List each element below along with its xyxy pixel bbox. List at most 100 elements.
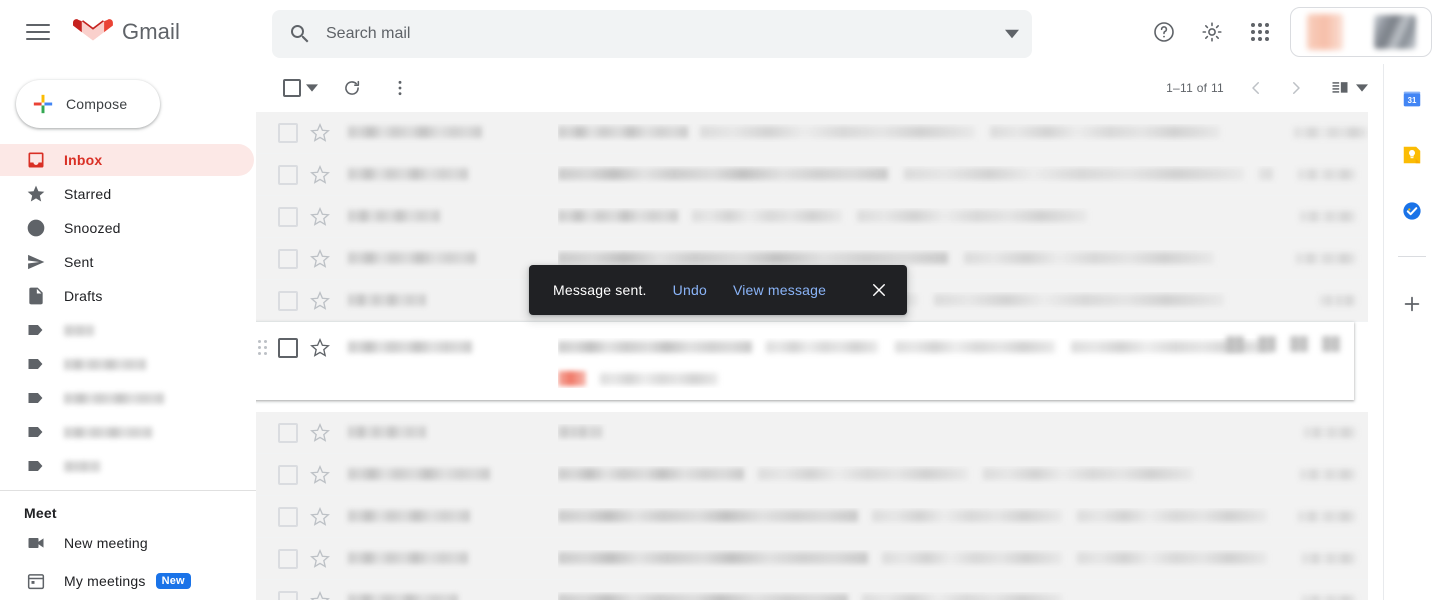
draft-file-icon <box>26 286 46 306</box>
row-sender <box>348 592 548 600</box>
row-checkbox[interactable] <box>278 338 298 358</box>
refresh-icon[interactable] <box>332 68 372 108</box>
more-vertical-icon[interactable] <box>380 68 420 108</box>
compose-button[interactable]: Compose <box>16 80 160 128</box>
list-pager: 1–11 of 11 <box>1166 68 1368 108</box>
sidebar-item-label-3[interactable] <box>0 382 256 414</box>
table-row[interactable] <box>256 496 1368 538</box>
table-row[interactable] <box>256 154 1368 196</box>
row-checkbox[interactable] <box>278 206 298 227</box>
hover-action-icon[interactable] <box>1290 336 1308 352</box>
gmail-m-logo <box>73 19 113 46</box>
sidebar-item-label-1[interactable] <box>0 314 256 346</box>
star-icon[interactable] <box>310 337 330 358</box>
hover-action-icon[interactable] <box>1322 336 1340 352</box>
chevron-down-icon[interactable] <box>992 27 1032 41</box>
gmail-brand[interactable]: Gmail <box>72 16 180 48</box>
row-checkbox[interactable] <box>278 164 298 185</box>
star-icon[interactable] <box>310 548 330 569</box>
google-keep-icon[interactable] <box>1401 144 1423 166</box>
message-list[interactable] <box>256 112 1368 600</box>
row-hover-actions[interactable] <box>1226 336 1340 352</box>
table-row[interactable] <box>256 196 1368 238</box>
sidebar-item-sent[interactable]: Sent <box>0 246 256 278</box>
star-icon <box>26 184 46 204</box>
account-avatar-chip[interactable] <box>1290 7 1432 57</box>
star-icon[interactable] <box>310 590 330 600</box>
hamburger-menu-icon[interactable] <box>26 20 50 44</box>
calendar-icon <box>26 571 46 591</box>
sidebar-item-label: Snoozed <box>64 220 121 236</box>
label-tag-icon <box>26 388 46 408</box>
sidebar-label-blur <box>64 426 152 438</box>
search-input[interactable] <box>324 24 992 44</box>
star-icon[interactable] <box>310 164 330 185</box>
sidebar-item-label-5[interactable] <box>0 450 256 482</box>
star-icon[interactable] <box>310 122 330 143</box>
sidebar-item-label-4[interactable] <box>0 416 256 448</box>
row-checkbox[interactable] <box>278 464 298 485</box>
row-checkbox[interactable] <box>278 422 298 443</box>
list-toolbar: 1–11 of 11 <box>256 64 1384 112</box>
toast-message: Message sent. <box>553 282 647 298</box>
star-icon[interactable] <box>310 422 330 443</box>
sidebar-item-starred[interactable]: Starred <box>0 178 256 210</box>
help-question-icon[interactable] <box>1140 8 1188 56</box>
gear-icon[interactable] <box>1188 8 1236 56</box>
row-date <box>1294 466 1356 484</box>
sidebar-item-label-2[interactable] <box>0 348 256 380</box>
row-snippet <box>600 372 719 385</box>
star-icon[interactable] <box>310 248 330 269</box>
sidebar-label-blur <box>64 358 146 370</box>
row-date <box>1294 424 1356 442</box>
star-icon[interactable] <box>310 290 330 311</box>
row-checkbox[interactable] <box>278 290 298 311</box>
sidebar-item-my-meetings[interactable]: My meetings New <box>0 565 256 597</box>
row-sender <box>348 466 548 484</box>
hover-action-icon[interactable] <box>1226 336 1244 352</box>
row-date <box>1294 250 1356 268</box>
send-icon <box>26 252 46 272</box>
table-row[interactable] <box>256 112 1368 154</box>
star-icon[interactable] <box>310 506 330 527</box>
sidebar-item-snoozed[interactable]: Snoozed <box>0 212 256 244</box>
row-subject <box>558 508 1294 526</box>
google-tasks-icon[interactable] <box>1401 200 1423 222</box>
row-checkbox[interactable] <box>278 590 298 600</box>
avatar <box>1373 15 1416 49</box>
row-checkbox[interactable] <box>278 548 298 569</box>
table-row[interactable] <box>256 454 1368 496</box>
star-icon[interactable] <box>310 464 330 485</box>
table-row[interactable] <box>256 538 1368 580</box>
sidebar-item-label: Inbox <box>64 152 103 168</box>
table-row-hovered[interactable] <box>256 322 1354 400</box>
next-page-button[interactable] <box>1276 68 1316 108</box>
add-addon-plus-icon[interactable] <box>1401 293 1423 315</box>
row-checkbox[interactable] <box>278 122 298 143</box>
drag-handle[interactable] <box>258 340 267 355</box>
hover-action-icon[interactable] <box>1258 336 1276 352</box>
sidebar-item-label: My meetings <box>64 573 146 589</box>
search-bar[interactable] <box>272 10 1032 58</box>
undo-button[interactable]: Undo <box>673 282 707 298</box>
chevron-down-icon[interactable] <box>306 82 318 94</box>
sidebar-item-inbox[interactable]: Inbox <box>0 144 254 176</box>
table-row[interactable] <box>256 412 1368 454</box>
checkbox-icon <box>283 79 301 97</box>
row-checkbox[interactable] <box>278 248 298 269</box>
apps-grid-icon[interactable] <box>1236 8 1284 56</box>
toast-notification: Message sent. Undo View message <box>529 265 907 315</box>
table-row[interactable] <box>256 580 1368 600</box>
close-x-icon[interactable] <box>867 278 891 302</box>
sidebar-item-drafts[interactable]: Drafts <box>0 280 256 312</box>
view-message-button[interactable]: View message <box>733 282 826 298</box>
red-label-chip <box>558 371 586 387</box>
star-icon[interactable] <box>310 206 330 227</box>
row-date <box>1294 508 1356 526</box>
row-checkbox[interactable] <box>278 506 298 527</box>
sidebar-item-new-meeting[interactable]: New meeting <box>0 527 256 559</box>
google-calendar-icon[interactable]: 31 <box>1401 88 1423 110</box>
chevron-down-icon[interactable] <box>1356 82 1368 94</box>
prev-page-button[interactable] <box>1236 68 1276 108</box>
split-pane-icon[interactable] <box>1320 68 1360 108</box>
